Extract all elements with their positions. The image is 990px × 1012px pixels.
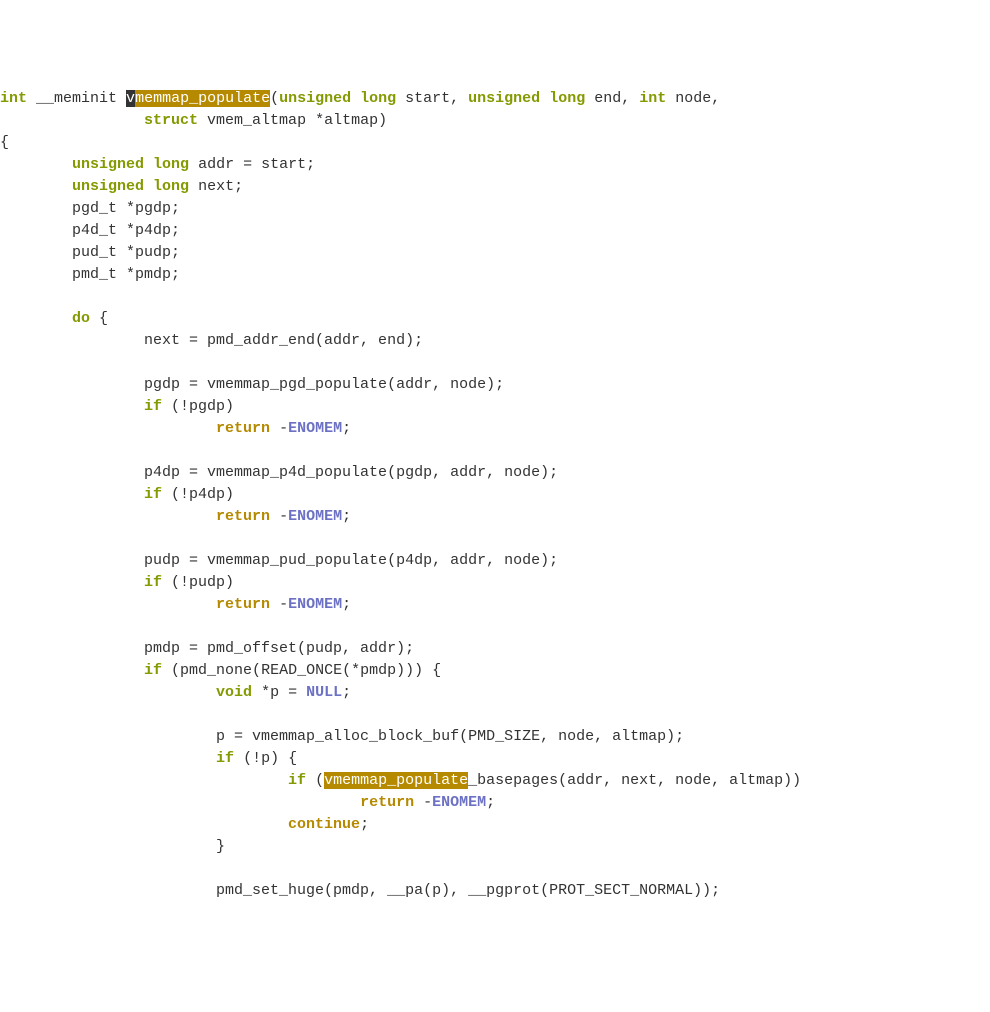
code-line: void *p = NULL;	[0, 684, 351, 701]
code-editor[interactable]: int __meminit vmemmap_populate(unsigned …	[0, 88, 990, 902]
keyword-int: int	[0, 90, 27, 107]
search-highlight: vmemmap_populate	[324, 772, 468, 789]
code-line: continue;	[0, 816, 369, 833]
constant-enomem: ENOMEM	[288, 420, 342, 437]
keyword-struct: struct	[144, 112, 198, 129]
cursor-highlight: v	[126, 90, 135, 107]
code-line: pmdp = pmd_offset(pudp, addr);	[0, 640, 414, 657]
code-line: pgdp = vmemmap_pgd_populate(addr, node);	[0, 376, 504, 393]
code-line: p = vmemmap_alloc_block_buf(PMD_SIZE, no…	[0, 728, 684, 745]
keyword-continue: continue	[288, 816, 360, 833]
code-line: struct vmem_altmap *altmap)	[0, 112, 387, 129]
code-line: unsigned long addr = start;	[0, 156, 315, 173]
code-line: if (vmemmap_populate_basepages(addr, nex…	[0, 772, 801, 789]
code-line: pud_t *pudp;	[0, 244, 180, 261]
code-line: {	[0, 134, 9, 151]
code-line: unsigned long next;	[0, 178, 243, 195]
keyword-return: return	[216, 420, 270, 437]
code-line: if (!pgdp)	[0, 398, 234, 415]
code-line: pmd_set_huge(pmdp, __pa(p), __pgprot(PRO…	[0, 882, 720, 899]
search-highlight: memmap_populate	[135, 90, 270, 107]
code-line: return -ENOMEM;	[0, 508, 351, 525]
code-line: pgd_t *pgdp;	[0, 200, 180, 217]
code-line: p4dp = vmemmap_p4d_populate(pgdp, addr, …	[0, 464, 558, 481]
code-line: pudp = vmemmap_pud_populate(p4dp, addr, …	[0, 552, 558, 569]
keyword-do: do	[72, 310, 90, 327]
code-line: if (!p) {	[0, 750, 297, 767]
code-line: if (!pudp)	[0, 574, 234, 591]
code-line: if (!p4dp)	[0, 486, 234, 503]
code-line: return -ENOMEM;	[0, 794, 495, 811]
code-line: p4d_t *p4dp;	[0, 222, 180, 239]
keyword-unsigned: unsigned	[279, 90, 351, 107]
code-line: if (pmd_none(READ_ONCE(*pmdp))) {	[0, 662, 441, 679]
code-line: do {	[0, 310, 108, 327]
keyword-void: void	[216, 684, 252, 701]
keyword-long: long	[360, 90, 396, 107]
code-line: pmd_t *pmdp;	[0, 266, 180, 283]
code-line: }	[0, 838, 225, 855]
code-line: return -ENOMEM;	[0, 596, 351, 613]
code-line: int __meminit vmemmap_populate(unsigned …	[0, 90, 720, 107]
keyword-if: if	[144, 398, 162, 415]
constant-null: NULL	[306, 684, 342, 701]
code-line: return -ENOMEM;	[0, 420, 351, 437]
code-line: next = pmd_addr_end(addr, end);	[0, 332, 423, 349]
